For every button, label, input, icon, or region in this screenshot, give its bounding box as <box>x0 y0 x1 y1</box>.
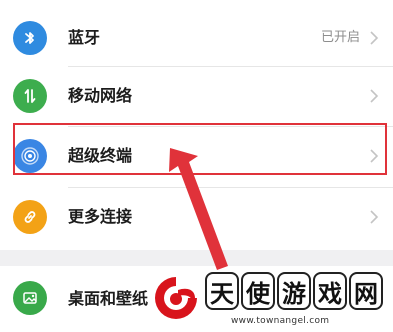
watermark-logo-icon <box>154 276 198 320</box>
settings-item-label: 超级终端 <box>68 146 133 165</box>
settings-item-label: 移动网络 <box>68 86 133 105</box>
settings-item-mobile-network[interactable]: 移动网络 <box>0 67 393 127</box>
watermark-char: 天 <box>205 272 239 310</box>
super-terminal-icon <box>13 139 47 173</box>
chevron-right-icon <box>370 31 379 45</box>
link-icon <box>13 200 47 234</box>
watermark-char: 使 <box>241 272 275 310</box>
watermark-url: www.townangel.com <box>231 316 330 326</box>
watermark-char: 戏 <box>313 272 347 310</box>
settings-item-label: 蓝牙 <box>68 28 101 47</box>
settings-item-label: 更多连接 <box>68 207 133 226</box>
settings-item-super-terminal[interactable]: 超级终端 <box>0 127 393 187</box>
settings-item-bluetooth[interactable]: 蓝牙 已开启 <box>0 9 393 69</box>
chevron-right-icon <box>370 210 379 224</box>
bluetooth-icon <box>13 21 47 55</box>
settings-item-label: 桌面和壁纸 <box>68 289 149 308</box>
chevron-right-icon <box>370 149 379 163</box>
signal-icon <box>13 79 47 113</box>
watermark-char: 游 <box>277 272 311 310</box>
watermark-char: 网 <box>349 272 383 310</box>
watermark-text: 天 使 游 戏 网 <box>205 272 383 316</box>
chevron-right-icon <box>370 89 379 103</box>
settings-item-more-connections[interactable]: 更多连接 <box>0 188 393 248</box>
bluetooth-status: 已开启 <box>320 30 360 45</box>
settings-group-connections: 蓝牙 已开启 移动网络 超级终端 更多连接 <box>0 0 393 250</box>
image-icon <box>13 281 47 315</box>
